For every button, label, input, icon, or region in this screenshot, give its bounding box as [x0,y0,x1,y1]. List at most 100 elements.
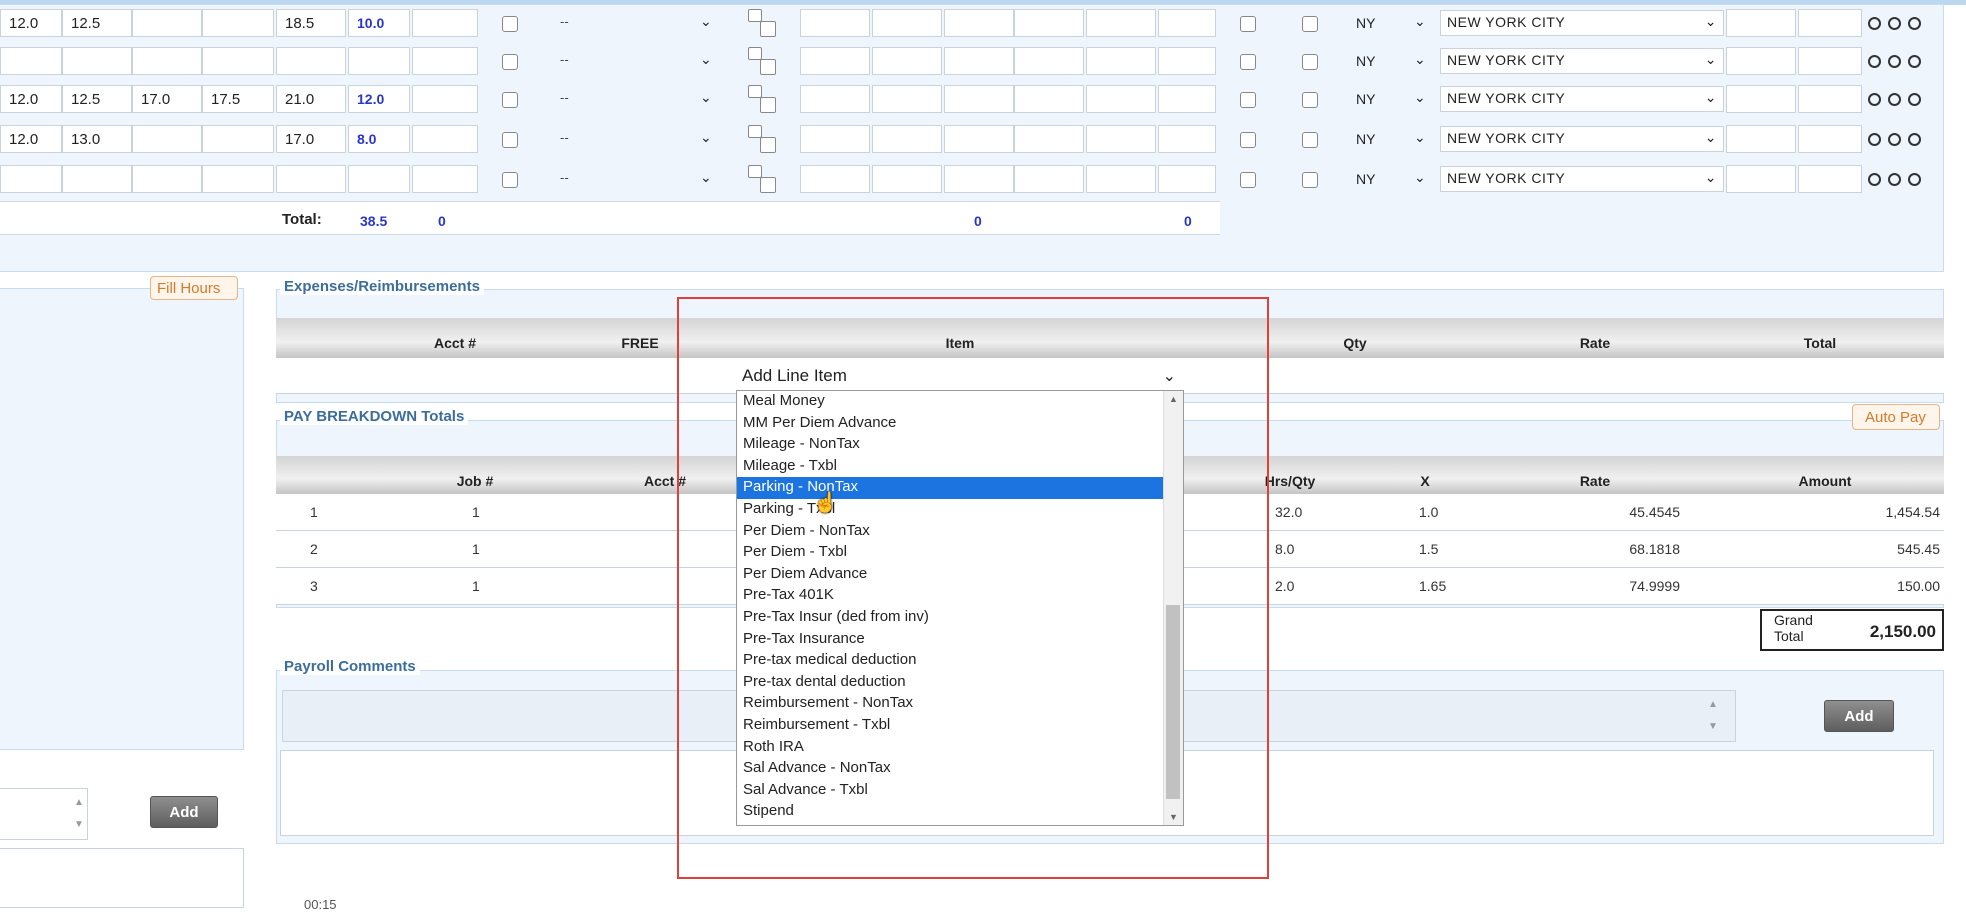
comment-spin-arrows[interactable]: ▲ ▼ [1708,694,1718,738]
flag-checkbox[interactable] [1302,16,1318,32]
flag-checkbox[interactable] [1240,92,1256,108]
chevron-down-icon[interactable]: ⌄ [1414,89,1426,106]
time-cell-c5[interactable]: 18.5 [276,9,346,37]
empty-cell[interactable] [800,165,870,193]
empty-cell[interactable] [1798,125,1862,153]
empty-cell[interactable] [872,9,942,37]
flag-checkbox[interactable] [1240,54,1256,70]
blank-cell[interactable] [412,85,478,113]
chevron-down-icon[interactable]: ⌄ [700,51,712,68]
city-select[interactable]: NEW YORK CITY ⌄ [1440,86,1724,112]
radio-button[interactable] [1888,17,1901,30]
empty-cell[interactable] [944,47,1014,75]
radio-button[interactable] [1868,55,1881,68]
city-select[interactable]: NEW YORK CITY ⌄ [1440,48,1724,74]
empty-cell[interactable] [944,9,1014,37]
state-select-value[interactable]: NY [1356,15,1375,31]
blank-cell[interactable] [412,47,478,75]
type-select-value[interactable]: -- [560,130,569,145]
empty-cell[interactable] [944,85,1014,113]
row-checkbox[interactable] [502,132,518,148]
radio-button[interactable] [1888,133,1901,146]
double-checkbox[interactable] [748,47,778,75]
empty-cell[interactable] [872,165,942,193]
blank-cell[interactable] [412,165,478,193]
empty-cell[interactable] [1726,47,1796,75]
left-spin-arrows[interactable]: ▲ ▼ [74,792,84,836]
time-cell-c1[interactable] [0,47,62,75]
empty-cell[interactable] [1798,9,1862,37]
blank-cell[interactable] [412,9,478,37]
city-select[interactable]: NEW YORK CITY ⌄ [1440,126,1724,152]
state-select-value[interactable]: NY [1356,171,1375,187]
flag-checkbox[interactable] [1302,132,1318,148]
radio-button[interactable] [1888,173,1901,186]
empty-cell[interactable] [944,165,1014,193]
empty-cell[interactable] [1086,165,1156,193]
time-cell-c5[interactable] [276,47,346,75]
empty-cell[interactable] [1158,85,1216,113]
state-select-value[interactable]: NY [1356,91,1375,107]
time-cell-c4[interactable] [202,9,274,37]
type-select-value[interactable]: -- [560,170,569,185]
chevron-down-icon[interactable]: ⌄ [700,89,712,106]
time-cell-c3[interactable]: 17.0 [132,85,202,113]
row-checkbox[interactable] [502,16,518,32]
time-cell-c2[interactable] [62,165,132,193]
radio-button[interactable] [1908,17,1921,30]
empty-cell[interactable] [800,9,870,37]
empty-cell[interactable] [1014,125,1084,153]
empty-cell[interactable] [1158,47,1216,75]
chevron-down-icon[interactable]: ⌄ [1414,51,1426,68]
flag-checkbox[interactable] [1302,92,1318,108]
empty-cell[interactable] [1086,85,1156,113]
chevron-down-icon[interactable]: ⌄ [1414,13,1426,30]
fill-hours-button[interactable]: Fill Hours [150,276,238,300]
time-cell-c1[interactable]: 12.0 [0,9,62,37]
type-select-value[interactable]: -- [560,14,569,29]
row-checkbox[interactable] [502,54,518,70]
radio-button[interactable] [1888,93,1901,106]
chevron-down-icon[interactable]: ⌄ [1414,169,1426,186]
empty-cell[interactable] [1158,9,1216,37]
empty-cell[interactable] [1158,125,1216,153]
empty-cell[interactable] [1726,125,1796,153]
empty-cell[interactable] [1014,47,1084,75]
city-select[interactable]: NEW YORK CITY ⌄ [1440,10,1724,36]
double-checkbox[interactable] [748,9,778,37]
chevron-down-icon[interactable]: ⌄ [700,13,712,30]
time-cell-c1[interactable]: 12.0 [0,125,62,153]
empty-cell[interactable] [1158,165,1216,193]
auto-pay-button[interactable]: Auto Pay [1852,404,1940,430]
state-select-value[interactable]: NY [1356,131,1375,147]
time-cell-c3[interactable] [132,125,202,153]
time-cell-c2[interactable]: 12.5 [62,9,132,37]
empty-cell[interactable] [872,85,942,113]
empty-cell[interactable] [1014,85,1084,113]
time-cell-c5[interactable]: 21.0 [276,85,346,113]
radio-button[interactable] [1908,133,1921,146]
city-select[interactable]: NEW YORK CITY ⌄ [1440,166,1724,192]
time-cell-c4[interactable] [202,47,274,75]
empty-cell[interactable] [1798,47,1862,75]
blank-cell[interactable] [412,125,478,153]
radio-button[interactable] [1908,173,1921,186]
time-cell-c2[interactable] [62,47,132,75]
empty-cell[interactable] [800,47,870,75]
comment-add-button[interactable]: Add [1824,700,1894,732]
radio-button[interactable] [1908,93,1921,106]
chevron-down-icon[interactable]: ⌄ [700,169,712,186]
time-cell-c5[interactable]: 17.0 [276,125,346,153]
left-add-button[interactable]: Add [150,796,218,828]
flag-checkbox[interactable] [1302,172,1318,188]
row-checkbox[interactable] [502,172,518,188]
flag-checkbox[interactable] [1240,16,1256,32]
empty-cell[interactable] [1014,9,1084,37]
time-cell-c4[interactable] [202,165,274,193]
radio-button[interactable] [1868,93,1881,106]
double-checkbox[interactable] [748,125,778,153]
empty-cell[interactable] [800,125,870,153]
chevron-down-icon[interactable]: ⌄ [700,129,712,146]
empty-cell[interactable] [944,125,1014,153]
time-cell-c4[interactable]: 17.5 [202,85,274,113]
